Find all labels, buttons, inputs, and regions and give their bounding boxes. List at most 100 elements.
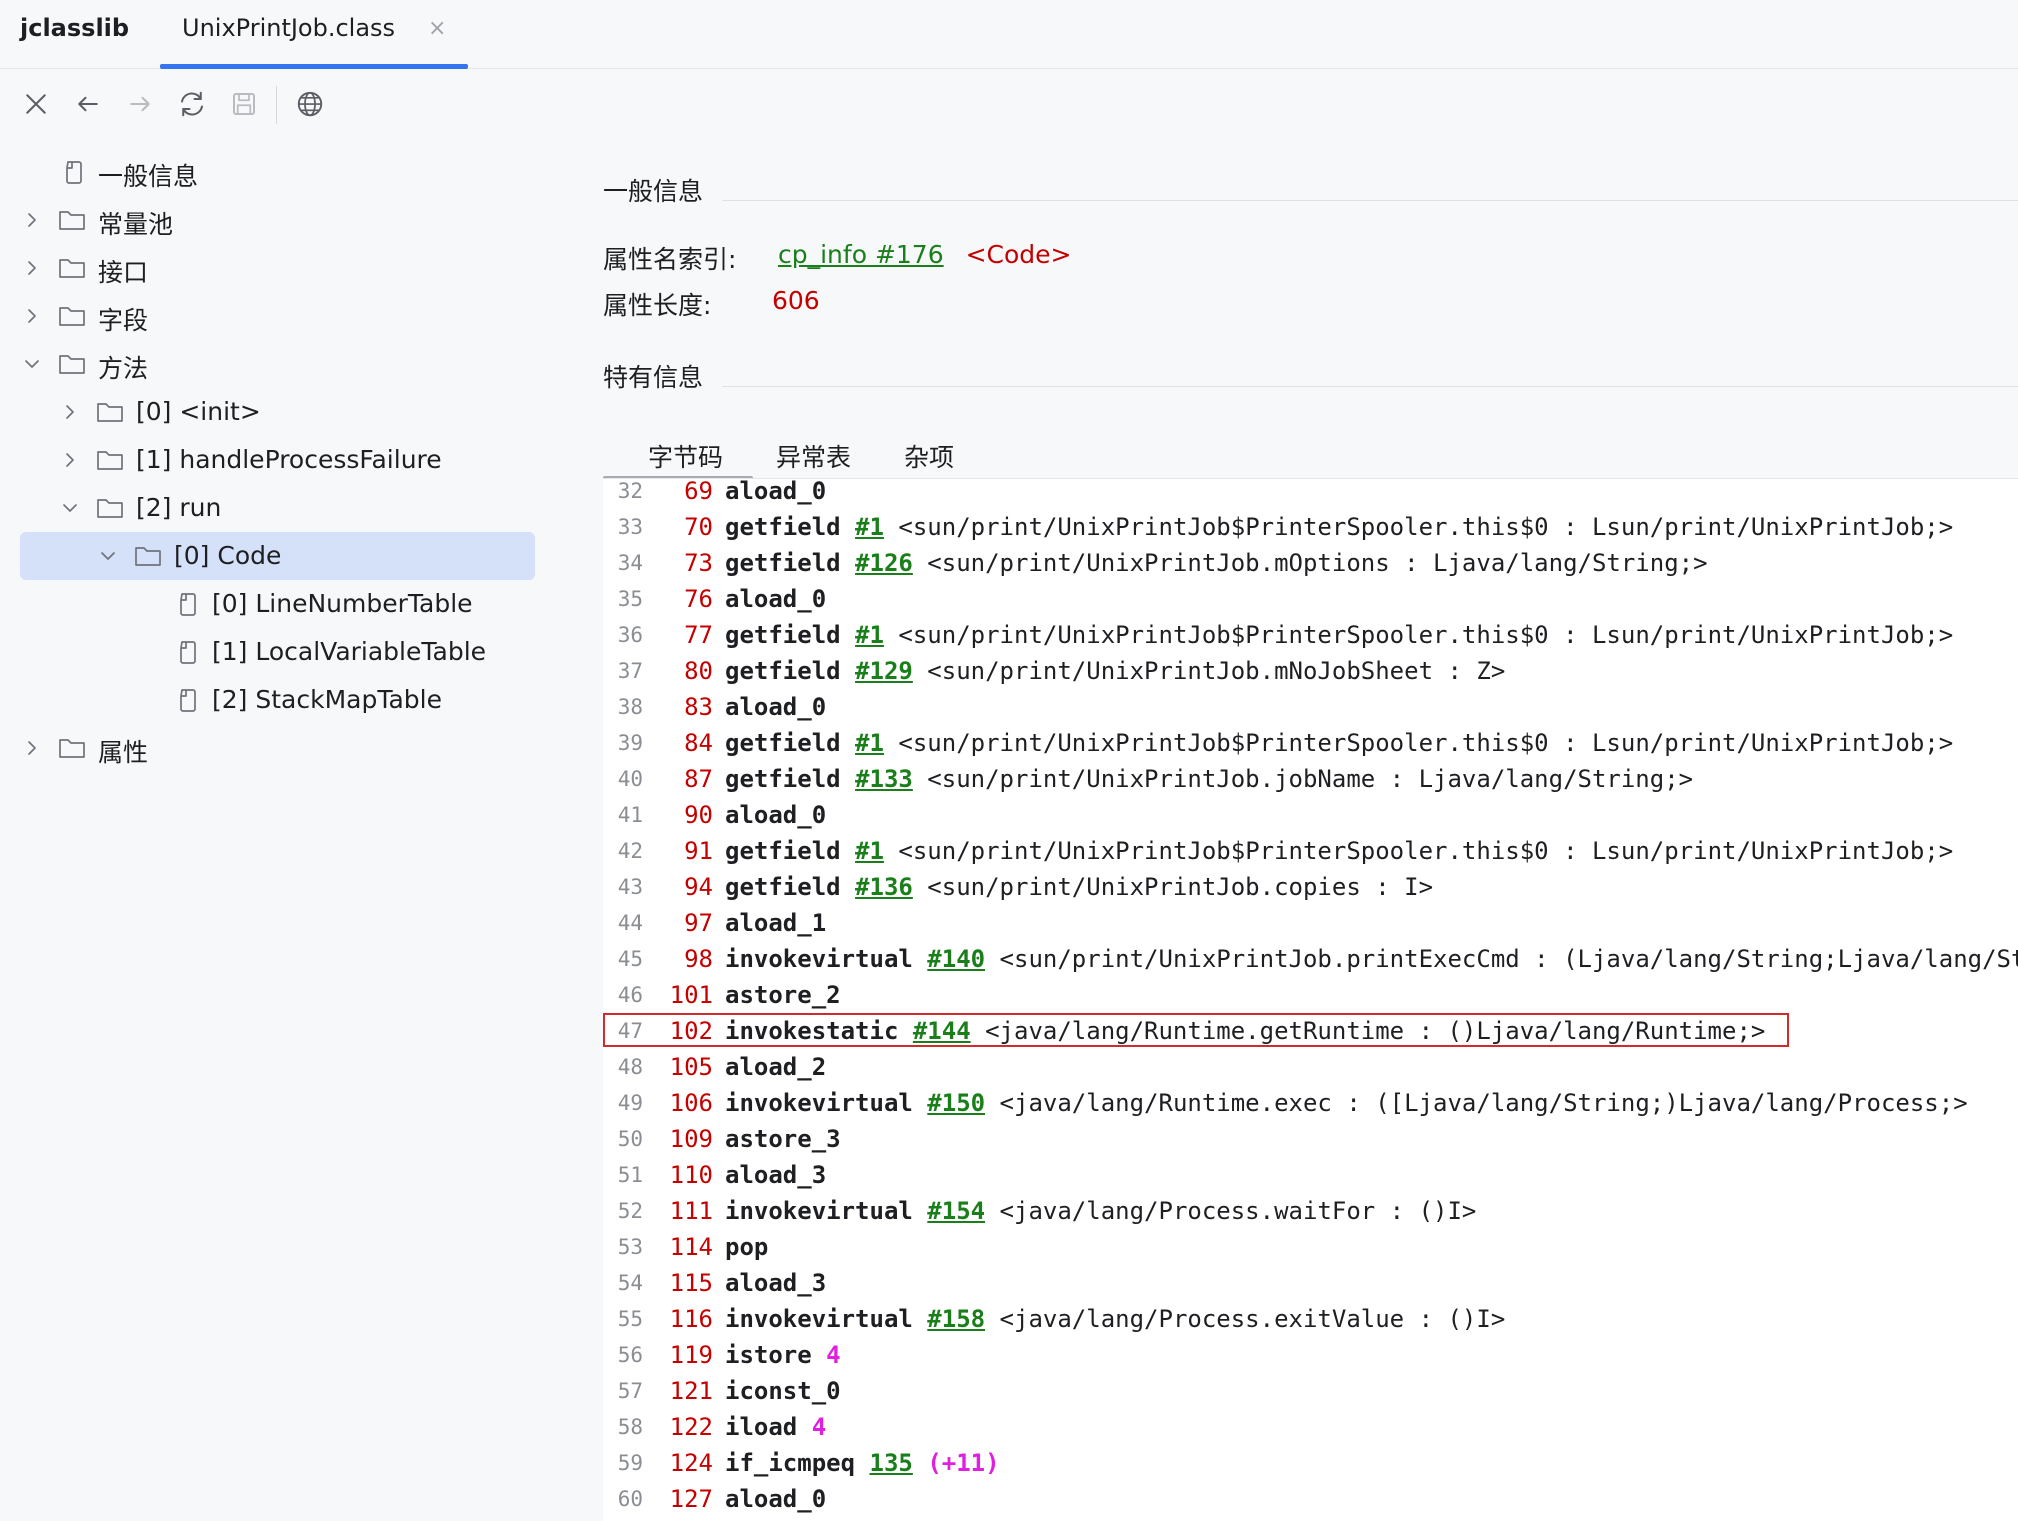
constant-pool-ref-link[interactable]: #1 [855,837,884,865]
opcode: getfield [725,513,841,541]
code-line[interactable]: 43 94 getfield #136 <sun/print/UnixPrintJo… [603,869,2018,905]
code-line[interactable]: 32 69 aload_0 [603,478,2018,509]
back-arrow-icon[interactable] [70,86,106,122]
instruction: invokevirtual #158 <java/lang/Process.ex… [725,1301,1505,1337]
code-line[interactable]: 57 121 iconst_0 [603,1373,2018,1409]
tree-item-method-run[interactable]: [2] run [20,484,535,532]
attribute-length-label: 属性长度: [603,291,712,320]
tree-item-interfaces[interactable]: 接口 [20,244,535,292]
code-line[interactable]: 50 109 astore_3 [603,1121,2018,1157]
line-number: 41 [617,803,643,827]
tab-exception-table[interactable]: 异常表 [776,438,851,474]
constant-pool-ref-link[interactable]: #126 [855,549,913,577]
constant-pool-ref-link[interactable]: #154 [927,1197,985,1225]
code-line[interactable]: 52 111 invokevirtual #154 <java/lang/Proce… [603,1193,2018,1229]
refresh-icon[interactable] [174,86,210,122]
code-line[interactable]: 42 91 getfield #1 <sun/print/UnixPrintJob$… [603,833,2018,869]
code-line[interactable]: 56 119 istore 4 [603,1337,2018,1373]
instruction: getfield #133 <sun/print/UnixPrintJob.jo… [725,761,1693,797]
tree-item-methods[interactable]: 方法 [20,340,535,388]
tree-item-general[interactable]: 一般信息 [20,148,535,196]
line-number: 36 [617,623,643,647]
constant-pool-ref-link[interactable]: #150 [927,1089,985,1117]
code-line[interactable]: 39 84 getfield #1 <sun/print/UnixPrintJob$… [603,725,2018,761]
chevron-right-icon[interactable] [60,402,80,422]
member-descriptor: <sun/print/UnixPrintJob.mNoJobSheet : Z> [927,657,1506,685]
attribute-name-index-value-group: cp_info #176 <Code> [778,240,1071,269]
tree-item-attributes[interactable]: 属性 [20,724,535,772]
close-icon[interactable]: × [428,16,446,41]
constant-pool-ref-link[interactable]: #140 [927,945,985,973]
line-number: 44 [617,911,643,935]
tree-item-code[interactable]: [0] Code [20,532,535,580]
save-icon[interactable] [226,86,262,122]
code-line[interactable]: 59 124 if_icmpeq 135 (+11) [603,1445,2018,1481]
code-line[interactable]: 55 116 invokevirtual #158 <java/lang/Proce… [603,1301,2018,1337]
constant-pool-ref-link[interactable]: #1 [855,513,884,541]
instruction: aload_0 [725,797,826,833]
chevron-right-icon[interactable] [22,738,42,758]
code-line[interactable]: 37 80 getfield #129 <sun/print/UnixPrintJo… [603,653,2018,689]
code-line[interactable]: 44 97 aload_1 [603,905,2018,941]
constant-pool-ref-link[interactable]: #136 [855,873,913,901]
member-descriptor: <sun/print/UnixPrintJob$PrinterSpooler.t… [898,513,1954,541]
code-line[interactable]: 38 83 aload_0 [603,689,2018,725]
constant-pool-ref-link[interactable]: 135 [870,1449,913,1477]
code-line[interactable]: 60 127 aload_0 [603,1481,2018,1517]
constant-pool-ref-link[interactable]: #158 [927,1305,985,1333]
constant-pool-ref-link[interactable]: #133 [855,765,913,793]
chevron-right-icon[interactable] [22,258,42,278]
member-descriptor: <java/lang/Process.waitFor : ()I> [999,1197,1477,1225]
code-line[interactable]: 41 90 aload_0 [603,797,2018,833]
close-icon[interactable] [18,86,54,122]
constant-pool-ref-link[interactable]: #1 [855,729,884,757]
code-line[interactable]: 33 70 getfield #1 <sun/print/UnixPrintJob$… [603,509,2018,545]
tab-bytecode[interactable]: 字节码 [648,438,723,474]
opcode: aload_0 [725,478,827,505]
code-line[interactable]: 54 115 aload_3 [603,1265,2018,1301]
tree-item-constant-pool[interactable]: 常量池 [20,196,535,244]
chevron-down-icon[interactable] [98,546,118,566]
code-line[interactable]: 45 98 invokevirtual #140 <sun/print/UnixPr… [603,941,2018,977]
bytecode-offset: 69 [684,478,713,505]
bytecode-listing[interactable]: 32 69 aload_0 33 70 getfield #1 <sun/print/Un… [603,478,2018,1521]
code-line[interactable]: 34 73 getfield #126 <sun/print/UnixPrintJo… [603,545,2018,581]
tree-item-label: [0] Code [174,541,282,570]
tree-item-local-variable-table[interactable]: [1] LocalVariableTable [20,628,535,676]
bytecode-offset: 105 [669,1053,713,1081]
bytecode-offset: 80 [684,657,713,685]
folder-icon [96,399,124,425]
bytecode-offset: 109 [669,1125,713,1153]
tree-item-method-handle-process-failure[interactable]: [1] handleProcessFailure [20,436,535,484]
code-line[interactable]: 49 106 invokevirtual #150 <java/lang/Runti… [603,1085,2018,1121]
code-line[interactable]: 35 76 aload_0 [603,581,2018,617]
tree-item-stack-map-table[interactable]: [2] StackMapTable [20,676,535,724]
line-number: 60 [617,1487,643,1511]
chevron-down-icon[interactable] [22,354,42,374]
chevron-right-icon[interactable] [22,210,42,230]
tree-item-fields[interactable]: 字段 [20,292,535,340]
cp-info-link[interactable]: cp_info #176 [778,240,944,269]
code-line[interactable]: 36 77 getfield #1 <sun/print/UnixPrintJob$… [603,617,2018,653]
constant-pool-ref-link[interactable]: #129 [855,657,913,685]
tree-item-line-number-table[interactable]: [0] LineNumberTable [20,580,535,628]
code-line[interactable]: 48 105 aload_2 [603,1049,2018,1085]
chevron-down-icon[interactable] [60,498,80,518]
code-line[interactable]: 46 101 astore_2 [603,977,2018,1013]
chevron-right-icon[interactable] [22,306,42,326]
tab-unixprintjob[interactable]: UnixPrintJob.class × [160,0,468,69]
bytecode-offset: 121 [669,1377,713,1405]
code-line[interactable]: 51 110 aload_3 [603,1157,2018,1193]
code-line[interactable]: 40 87 getfield #133 <sun/print/UnixPrintJo… [603,761,2018,797]
tree-item-method-init[interactable]: [0] <init> [20,388,535,436]
chevron-right-icon[interactable] [60,450,80,470]
instruction: if_icmpeq 135 (+11) [725,1445,1000,1481]
code-line[interactable]: 58 122 iload 4 [603,1409,2018,1445]
globe-icon[interactable] [292,86,328,122]
tab-misc[interactable]: 杂项 [904,438,954,474]
forward-arrow-icon[interactable] [122,86,158,122]
code-line[interactable]: 53 114 pop [603,1229,2018,1265]
bytecode-offset: 111 [669,1197,713,1225]
bytecode-offset: 122 [669,1413,713,1441]
constant-pool-ref-link[interactable]: #1 [855,621,884,649]
